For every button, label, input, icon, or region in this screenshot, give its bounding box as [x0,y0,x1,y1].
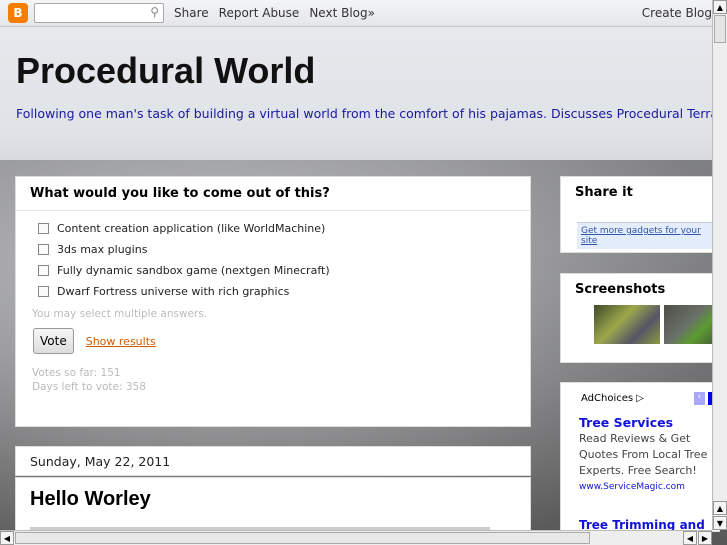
scroll-right-button[interactable]: ▶ [698,531,712,545]
poll-option[interactable]: 3ds max plugins [38,239,530,260]
checkbox[interactable] [38,223,49,234]
adchoices-label[interactable]: AdChoices [581,393,633,404]
votes-count: Votes so far: 151 [32,367,121,379]
poll-option[interactable]: Fully dynamic sandbox game (nextgen Mine… [38,260,530,281]
vote-button[interactable]: Vote [33,328,74,354]
share-title: Share it [575,185,633,200]
get-gadgets-link[interactable]: Get more gadgets for your site [577,222,719,249]
option-label: Dwarf Fortress universe with rich graphi… [57,285,290,298]
poll-option[interactable]: Content creation application (like World… [38,218,530,239]
ad-title[interactable]: Tree Services [579,415,719,431]
create-blog-link[interactable]: Create Blog [642,6,712,20]
report-abuse-link[interactable]: Report Abuse [219,6,300,20]
blog-description: Following one man's task of building a v… [16,106,716,121]
adchoices-icon[interactable]: ▷ [636,393,644,404]
scroll-thumb[interactable] [714,15,726,43]
option-label: Fully dynamic sandbox game (nextgen Mine… [57,264,330,277]
search-input[interactable]: ⚲ [34,3,164,23]
screenshots-widget: Screenshots [560,273,727,363]
checkbox[interactable] [38,244,49,255]
poll-widget: What would you like to come out of this?… [15,176,531,427]
checkbox[interactable] [38,286,49,297]
ad-url[interactable]: www.ServiceMagic.com [579,479,719,495]
post: Hello Worley [15,477,531,537]
option-label: Content creation application (like World… [57,222,326,235]
navbar: B ⚲ Share Report Abuse Next Blog» Create B… [0,0,712,27]
post-date: Sunday, May 22, 2011 [15,446,531,476]
poll-hint: You may select multiple answers. [32,308,208,320]
vertical-scrollbar[interactable]: ▲ ▲ ▼ [712,0,727,530]
poll-question: What would you like to come out of this? [16,177,530,211]
poll-option[interactable]: Dwarf Fortress universe with rich graphi… [38,281,530,302]
scroll-up-button-lower[interactable]: ▲ [713,501,727,515]
share-link[interactable]: Share [174,6,209,20]
post-title[interactable]: Hello Worley [16,478,530,521]
next-blog-link[interactable]: Next Blog» [309,6,375,20]
ad-prev-button[interactable]: ‹ [693,392,705,405]
scroll-left-button[interactable]: ◀ [0,531,14,545]
scroll-down-button[interactable]: ▼ [713,516,727,530]
horizontal-scrollbar[interactable]: ◀ ◀ ▶ [0,530,712,545]
search-icon[interactable]: ⚲ [150,5,159,19]
show-results-link[interactable]: Show results [86,335,156,348]
ad-body: Read Reviews & Get Quotes From Local Tre… [579,432,708,477]
scroll-left-button-right[interactable]: ◀ [683,531,697,545]
scroll-thumb[interactable] [15,532,590,544]
blog-title[interactable]: Procedural World [16,50,315,92]
screenshots-title: Screenshots [575,282,666,297]
blogger-logo[interactable]: B [8,3,28,23]
option-label: 3ds max plugins [57,243,148,256]
share-widget: Share it Get more gadgets for your site [560,176,720,253]
scroll-up-button[interactable]: ▲ [713,0,727,14]
days-left: Days left to vote: 358 [32,381,146,393]
screenshot-thumbnail[interactable] [594,305,660,344]
ad-widget: AdChoices▷ ‹› Tree Services Read Reviews… [560,382,720,532]
checkbox[interactable] [38,265,49,276]
